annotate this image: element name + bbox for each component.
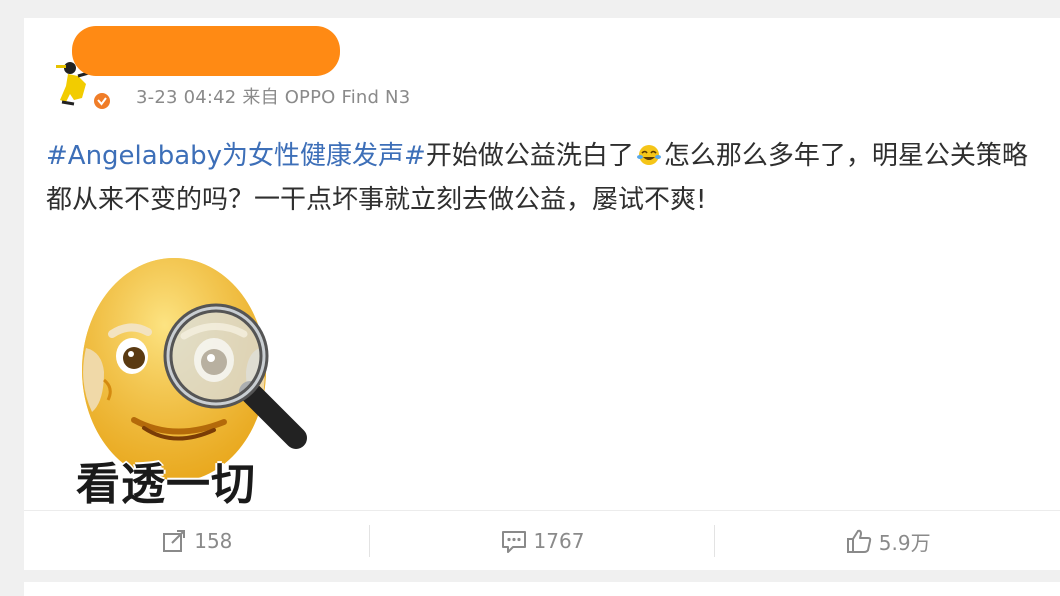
sticker-caption: 看透一切 (76, 459, 256, 510)
next-post-card (24, 582, 1060, 596)
like-count: 5.9万 (878, 530, 931, 555)
redacted-username (72, 26, 340, 76)
comment-button[interactable]: 1767 (370, 511, 715, 571)
post-meta: 3-23 04:42 来自 OPPO Find N3 (136, 87, 411, 108)
repost-count: 158 (194, 529, 233, 553)
post-body: #Angelababy为女性健康发声#开始做公益洗白了 怎么那么多年了，明星公关… (46, 134, 1046, 222)
hashtag-link[interactable]: #Angelababy为女性健康发声# (46, 141, 426, 171)
repost-icon (163, 530, 186, 552)
verified-badge-icon (94, 93, 110, 109)
laugh-cry-emoji-icon (636, 137, 662, 165)
post-action-bar: 158 1767 5.9万 (24, 510, 1060, 571)
post-text-part1: 开始做公益洗白了 (425, 141, 634, 171)
like-button[interactable]: 5.9万 (715, 511, 1060, 571)
comment-icon (501, 531, 526, 553)
comment-count: 1767 (533, 529, 585, 553)
repost-button[interactable]: 158 (24, 511, 369, 571)
thumbs-up-icon (846, 529, 872, 553)
